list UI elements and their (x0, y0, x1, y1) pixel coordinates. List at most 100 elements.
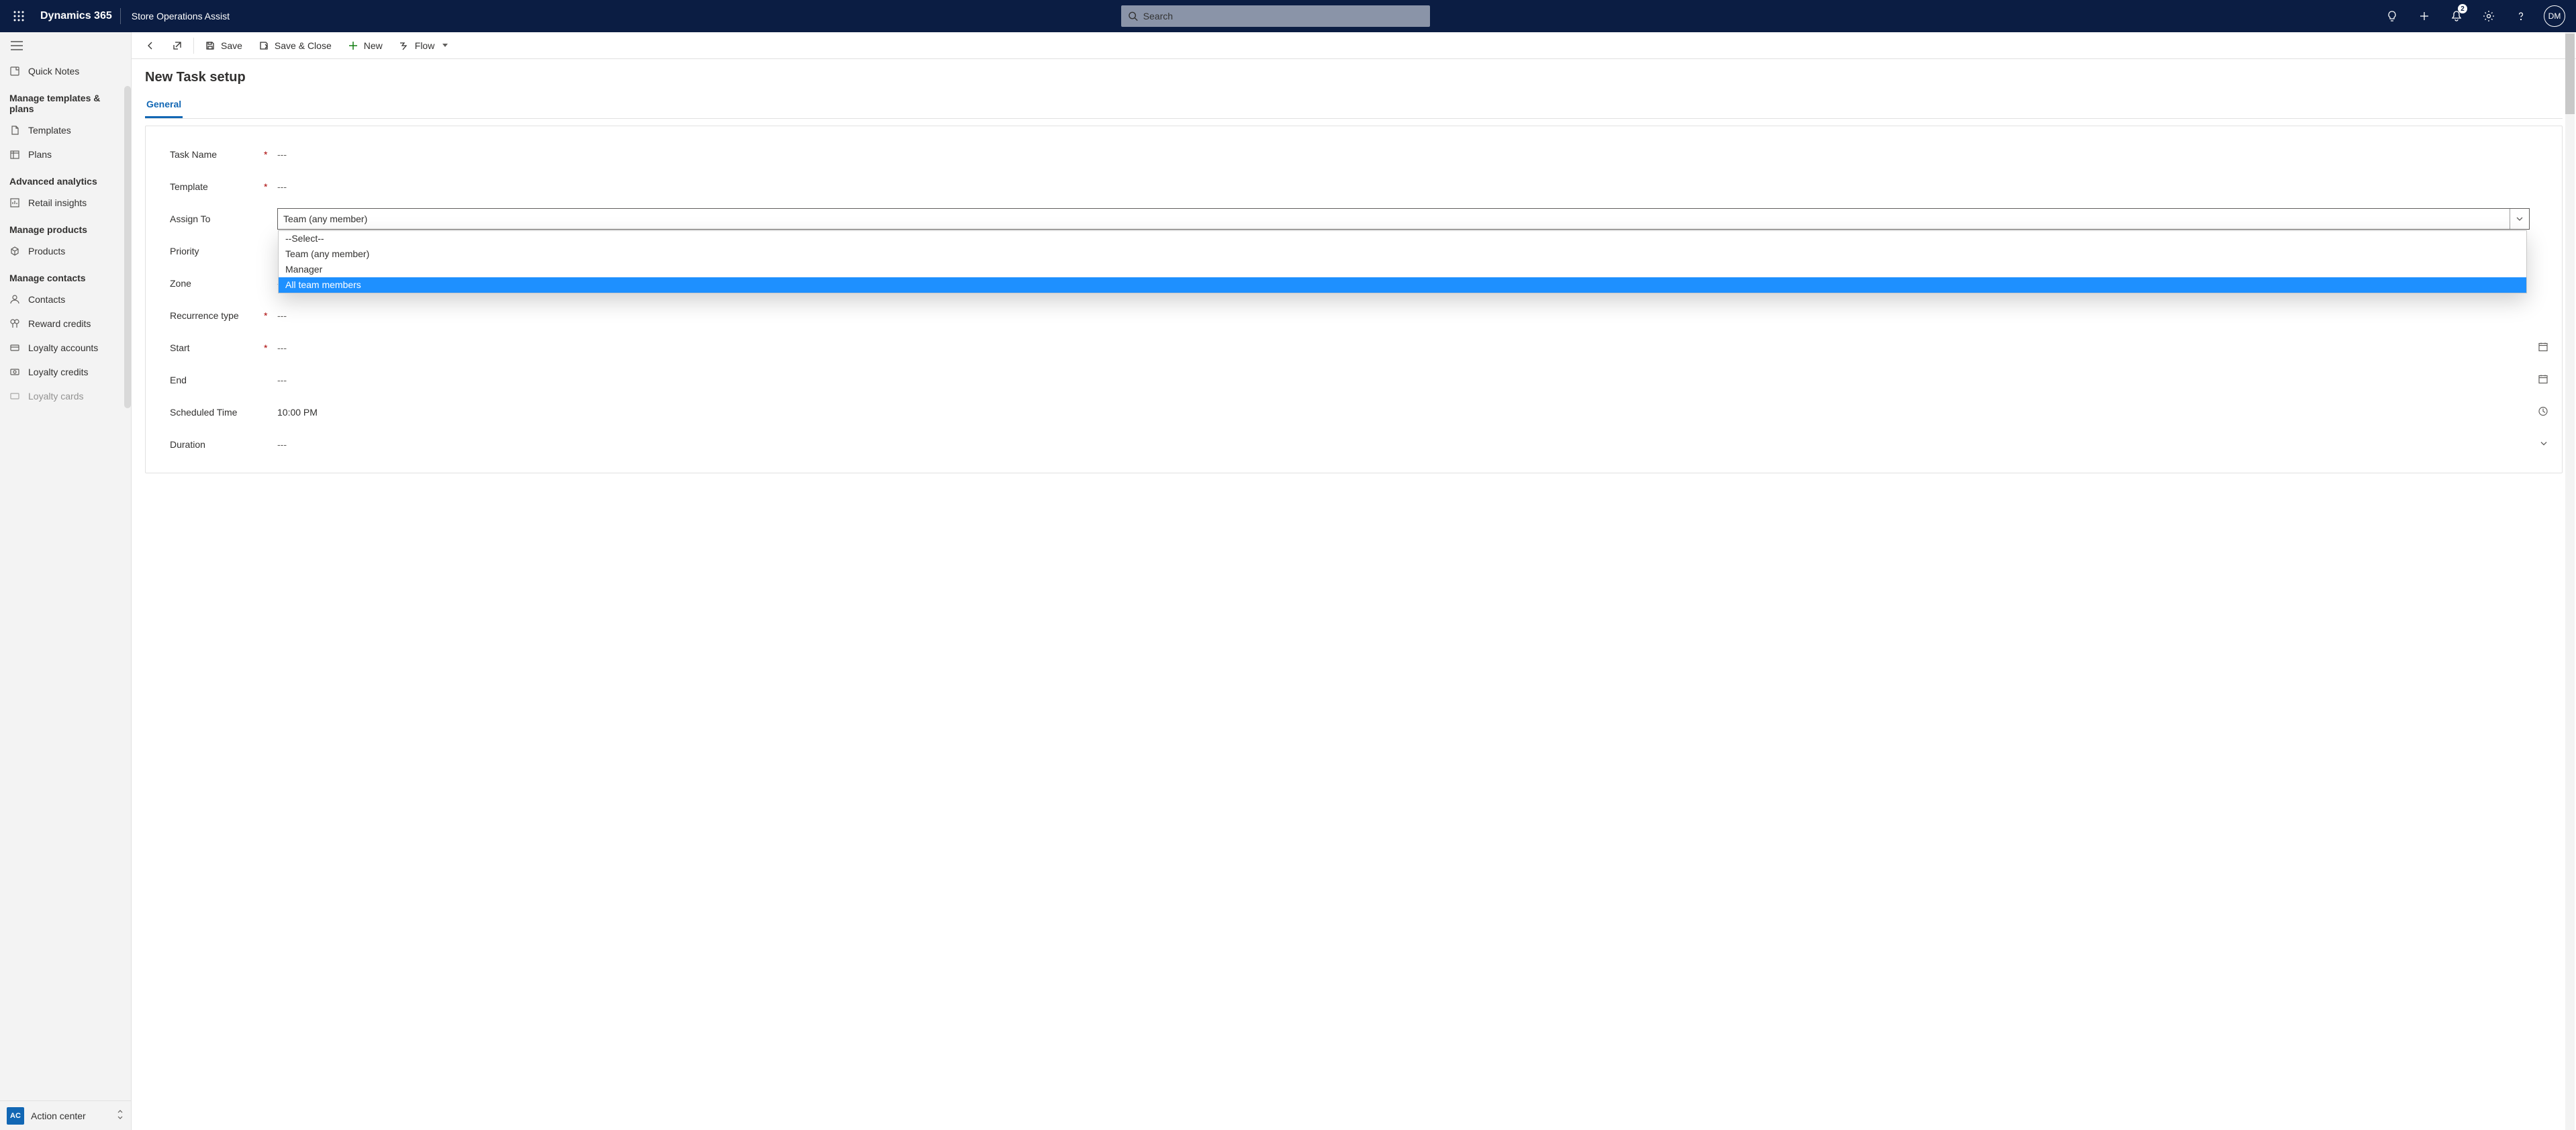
sidebar-label: Contacts (28, 294, 65, 305)
row-task-name: Task Name * --- (170, 138, 2562, 171)
flow-label: Flow (415, 40, 435, 51)
content-scrollbar[interactable] (2565, 32, 2575, 1130)
save-button[interactable]: Save (197, 32, 250, 59)
row-end: End --- (170, 364, 2562, 396)
sidebar-label: Loyalty accounts (28, 342, 98, 353)
chevron-down-icon[interactable] (2539, 439, 2548, 451)
calendar-icon[interactable] (2538, 342, 2548, 355)
sidebar-section-analytics: Advanced analytics (0, 167, 131, 191)
assign-to-value: Team (any member) (283, 214, 367, 224)
assign-to-combobox[interactable]: Team (any member) --Select-- Team (any m… (277, 208, 2530, 230)
page-title: New Task setup (145, 70, 2563, 85)
clock-icon[interactable] (2538, 406, 2548, 419)
chevron-down-icon[interactable] (2510, 209, 2524, 229)
row-scheduled-time: Scheduled Time 10:00 PM (170, 396, 2562, 428)
tab-general[interactable]: General (145, 95, 183, 118)
required-icon: * (264, 181, 277, 192)
updown-icon[interactable] (116, 1109, 124, 1122)
separator (193, 38, 194, 54)
required-icon: * (264, 149, 277, 160)
sidebar-item-quick-notes[interactable]: Quick Notes (0, 59, 131, 83)
duration-field[interactable]: --- (277, 439, 2562, 450)
row-template: Template * --- (170, 171, 2562, 203)
start-field[interactable]: --- (277, 342, 2562, 353)
dropdown-option-select[interactable]: --Select-- (279, 231, 2526, 246)
start-label: Start (170, 342, 264, 353)
sidebar-section-contacts: Manage contacts (0, 263, 131, 287)
open-new-window-icon[interactable] (164, 32, 191, 59)
duration-label: Duration (170, 439, 264, 450)
sidebar-item-retail-insights[interactable]: Retail insights (0, 191, 131, 215)
calendar-icon[interactable] (2538, 374, 2548, 387)
sidebar-item-reward-credits[interactable]: Reward credits (0, 312, 131, 336)
template-field[interactable]: --- (277, 181, 2562, 192)
gear-icon[interactable] (2474, 0, 2503, 32)
notification-badge: 2 (2458, 4, 2467, 13)
task-name-label: Task Name (170, 149, 264, 160)
left-sidebar: Quick Notes Manage templates & plans Tem… (0, 32, 132, 1130)
save-close-button[interactable]: Save & Close (250, 32, 340, 59)
search-input[interactable] (1143, 11, 1423, 21)
tab-bar: General (145, 95, 2563, 119)
sidebar-label: Products (28, 246, 65, 256)
new-label: New (364, 40, 383, 51)
sidebar-label: Loyalty credits (28, 367, 88, 377)
sidebar-label: Plans (28, 149, 52, 160)
top-navbar: Dynamics 365 Store Operations Assist 2 D… (0, 0, 2576, 32)
help-icon[interactable] (2506, 0, 2536, 32)
sidebar-label: Templates (28, 125, 71, 136)
main-content: Save Save & Close New Flow New Task setu… (132, 32, 2576, 1130)
sidebar-item-products[interactable]: Products (0, 239, 131, 263)
plus-icon[interactable] (2410, 0, 2439, 32)
app-name-label[interactable]: Store Operations Assist (121, 11, 240, 21)
save-close-label: Save & Close (275, 40, 332, 51)
action-center-label: Action center (31, 1111, 109, 1121)
end-label: End (170, 375, 264, 385)
sidebar-label: Loyalty cards (28, 391, 83, 402)
sidebar-item-templates[interactable]: Templates (0, 118, 131, 142)
zone-label: Zone (170, 278, 264, 289)
required-icon: * (264, 310, 277, 321)
bell-icon[interactable]: 2 (2442, 0, 2471, 32)
back-button[interactable] (137, 32, 164, 59)
sidebar-label: Retail insights (28, 197, 87, 208)
sidebar-section-products: Manage products (0, 215, 131, 239)
template-label: Template (170, 181, 264, 192)
action-center-badge: AC (7, 1107, 24, 1125)
sidebar-item-loyalty-accounts[interactable]: Loyalty accounts (0, 336, 131, 360)
app-launcher-icon[interactable] (5, 0, 32, 32)
end-field[interactable]: --- (277, 375, 2562, 385)
row-recurrence: Recurrence type * --- (170, 299, 2562, 332)
row-start: Start * --- (170, 332, 2562, 364)
command-bar: Save Save & Close New Flow (132, 32, 2576, 59)
task-name-field[interactable]: --- (277, 149, 2562, 160)
sidebar-section-templates: Manage templates & plans (0, 83, 131, 118)
required-icon: * (264, 342, 277, 353)
flow-button[interactable]: Flow (391, 32, 457, 59)
priority-label: Priority (170, 246, 264, 256)
scheduled-label: Scheduled Time (170, 407, 264, 418)
sidebar-item-loyalty-credits[interactable]: Loyalty credits (0, 360, 131, 384)
new-button[interactable]: New (340, 32, 391, 59)
save-label: Save (221, 40, 242, 51)
brand-label[interactable]: Dynamics 365 (32, 10, 120, 22)
scrollbar-thumb[interactable] (2565, 34, 2575, 114)
sidebar-label: Quick Notes (28, 66, 79, 77)
sidebar-scrollbar[interactable] (124, 86, 131, 408)
sidebar-item-loyalty-cards[interactable]: Loyalty cards (0, 384, 131, 408)
sidebar-item-contacts[interactable]: Contacts (0, 287, 131, 312)
global-search[interactable] (1121, 5, 1430, 27)
sidebar-item-plans[interactable]: Plans (0, 142, 131, 167)
hamburger-icon[interactable] (0, 32, 131, 59)
dropdown-option-team-any[interactable]: Team (any member) (279, 246, 2526, 262)
lightbulb-icon[interactable] (2377, 0, 2407, 32)
form-card: Task Name * --- Template * --- Assign To… (145, 126, 2563, 473)
scheduled-field[interactable]: 10:00 PM (277, 407, 2562, 418)
dropdown-option-manager[interactable]: Manager (279, 262, 2526, 277)
user-avatar[interactable]: DM (2544, 5, 2565, 27)
recurrence-field[interactable]: --- (277, 310, 2562, 321)
assign-to-dropdown: --Select-- Team (any member) Manager All… (278, 230, 2527, 293)
sidebar-footer[interactable]: AC Action center (0, 1100, 131, 1130)
row-assign-to: Assign To Team (any member) --Select-- T… (170, 203, 2562, 235)
dropdown-option-all-team[interactable]: All team members (279, 277, 2526, 293)
